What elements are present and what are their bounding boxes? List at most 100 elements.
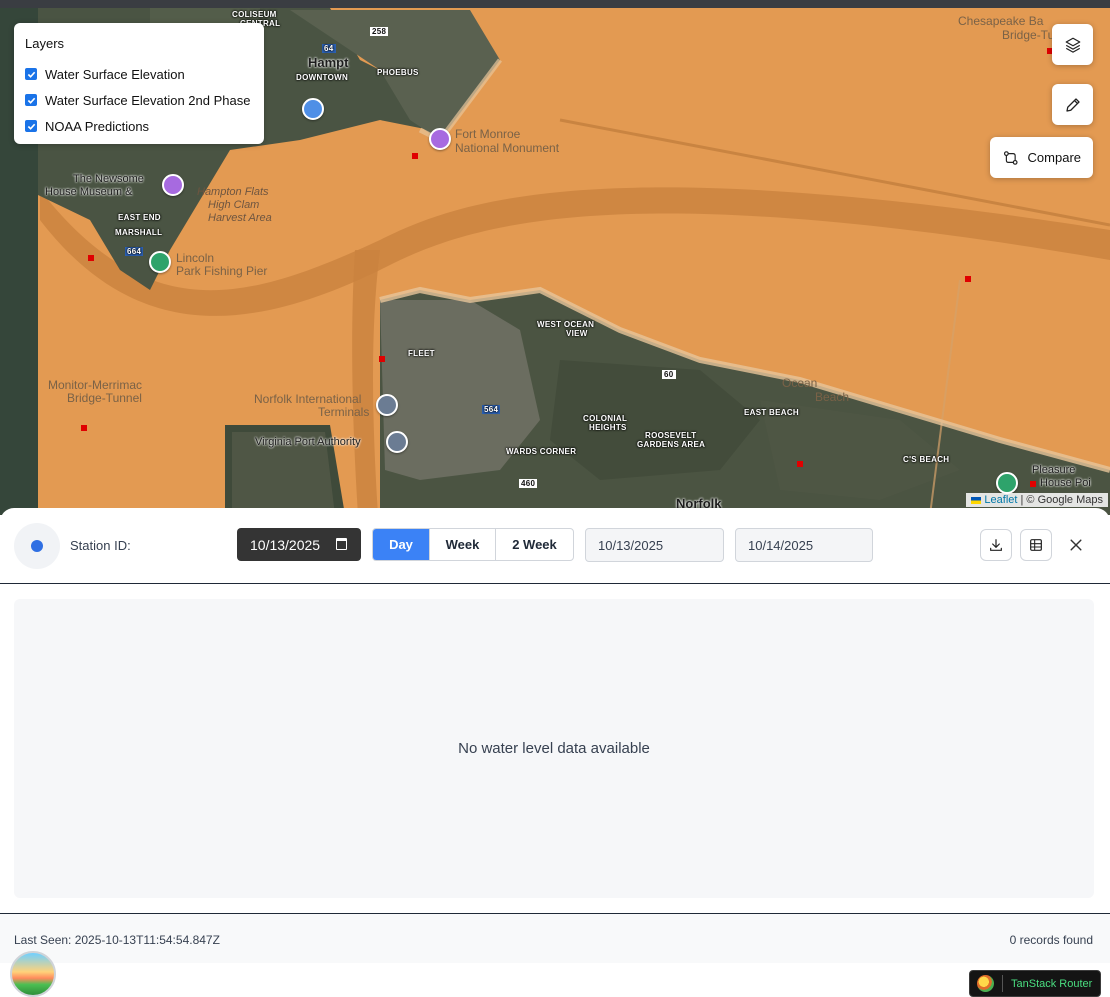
checkbox-checked-icon[interactable] xyxy=(25,120,37,132)
highway-shield-60: 60 xyxy=(662,370,676,379)
highway-shield-258: 258 xyxy=(370,27,389,36)
date-value: 10/13/2025 xyxy=(250,536,321,553)
map-label-norfolk-intl: Norfolk International xyxy=(254,392,362,406)
layer-item-noaa-predictions[interactable]: NOAA Predictions xyxy=(25,113,253,139)
range-week-button[interactable]: Week xyxy=(429,529,495,560)
station-avatar xyxy=(14,523,60,569)
map-label-lincoln: Lincoln xyxy=(176,251,215,265)
map-label-high-clam: High Clam xyxy=(208,199,260,211)
pencil-icon xyxy=(1065,97,1080,112)
table-view-button[interactable] xyxy=(1020,529,1052,561)
download-button[interactable] xyxy=(980,529,1012,561)
tanstack-logo-icon xyxy=(977,975,994,992)
park-poi-icon[interactable] xyxy=(149,251,171,273)
layers-icon xyxy=(1065,37,1080,53)
compare-icon xyxy=(1003,150,1018,165)
layer-label: Water Surface Elevation 2nd Phase xyxy=(45,92,251,108)
records-count: 0 records found xyxy=(1009,933,1093,947)
devtools-toggle-button[interactable] xyxy=(10,951,56,997)
draw-button[interactable] xyxy=(1052,84,1093,125)
date-picker-input[interactable]: 10/13/2025 xyxy=(237,528,361,561)
panel-toolbar: Station ID: 10/13/2025 Day Week 2 Week 1… xyxy=(0,508,1110,584)
attribution-text: | © Google Maps xyxy=(1020,494,1104,506)
window-top-bar xyxy=(0,0,1110,8)
layer-item-water-surface-elevation[interactable]: Water Surface Elevation xyxy=(25,61,253,87)
map-label-colonial: COLONIAL xyxy=(583,414,628,423)
museum-poi-icon[interactable] xyxy=(162,174,184,196)
terminal-poi-icon[interactable] xyxy=(376,394,398,416)
station-marker[interactable] xyxy=(81,425,87,431)
map-view[interactable]: Hampt DOWNTOWN PHOEBUS COLISEUM CENTRAL … xyxy=(0,0,1110,515)
map-label-national-monument: National Monument xyxy=(455,141,560,155)
map-label-downtown: DOWNTOWN xyxy=(296,73,349,82)
download-icon xyxy=(990,539,1002,551)
map-label-coliseum: COLISEUM xyxy=(232,10,277,19)
leaflet-link[interactable]: Leaflet xyxy=(984,494,1017,506)
range-segmented-control: Day Week 2 Week xyxy=(372,528,574,561)
range-day-button[interactable]: Day xyxy=(373,529,429,560)
station-marker[interactable] xyxy=(379,356,385,362)
checkbox-checked-icon[interactable] xyxy=(25,94,37,106)
map-label-pleasure: Pleasure xyxy=(1032,464,1076,476)
layer-item-water-surface-elevation-2nd-phase[interactable]: Water Surface Elevation 2nd Phase xyxy=(25,87,253,113)
range-2-week-button[interactable]: 2 Week xyxy=(495,529,573,560)
monument-poi-icon[interactable] xyxy=(429,128,451,150)
station-marker[interactable] xyxy=(797,461,803,467)
station-marker[interactable] xyxy=(412,153,418,159)
map-label-east-beach: EAST BEACH xyxy=(744,408,800,417)
station-detail-panel: Station ID: 10/13/2025 Day Week 2 Week 1… xyxy=(0,508,1110,997)
highway-shield-64: 64 xyxy=(322,44,336,53)
airport-poi-icon[interactable] xyxy=(302,98,324,120)
calendar-icon[interactable] xyxy=(336,538,347,550)
station-marker[interactable] xyxy=(1030,481,1036,487)
port-poi-icon[interactable] xyxy=(386,431,408,453)
highway-shield-564: 564 xyxy=(482,405,501,414)
compare-label: Compare xyxy=(1027,150,1081,165)
map-label-fort-monroe: Fort Monroe xyxy=(455,127,521,141)
close-panel-button[interactable] xyxy=(1066,535,1086,555)
map-label-east-end: EAST END xyxy=(118,213,161,222)
map-label-ocean: Ocean xyxy=(782,376,818,390)
map-label-harvest-area: Harvest Area xyxy=(208,212,272,224)
layers-toggle-button[interactable] xyxy=(1052,24,1093,65)
compare-button[interactable]: Compare xyxy=(990,137,1093,178)
start-date-field[interactable]: 10/13/2025 xyxy=(585,528,724,562)
close-icon xyxy=(1070,539,1082,551)
layers-panel: Layers Water Surface Elevation Water Sur… xyxy=(14,23,264,144)
table-icon xyxy=(1030,539,1042,551)
map-label-park-fishing-pier: Park Fishing Pier xyxy=(176,264,268,278)
end-date-field[interactable]: 10/14/2025 xyxy=(735,528,873,562)
map-label-cs-beach: C'S BEACH xyxy=(903,455,950,464)
layer-label: Water Surface Elevation xyxy=(45,66,185,82)
map-label-view: VIEW xyxy=(566,329,588,338)
map-label-gardens-area: GARDENS AREA xyxy=(637,440,706,449)
map-label-newsome: The Newsome xyxy=(73,173,144,185)
last-seen-text: Last Seen: 2025-10-13T11:54:54.847Z xyxy=(14,933,220,947)
map-label-monitor: Monitor-Merrimac xyxy=(48,378,143,392)
map-label-hampton-flats: Hampton Flats xyxy=(197,186,269,198)
map-label-hampton: Hampt xyxy=(308,55,349,70)
map-label-heights: HEIGHTS xyxy=(589,423,627,432)
station-status-dot xyxy=(31,540,43,552)
map-label-bridge-tunnel: Bridge-Tunnel xyxy=(67,391,142,405)
map-label-wards-corner: WARDS CORNER xyxy=(506,447,577,456)
station-marker[interactable] xyxy=(88,255,94,261)
map-label-house-museum: House Museum & xyxy=(45,186,133,198)
beach-poi-icon[interactable] xyxy=(996,472,1018,494)
map-label-chesapeake: Chesapeake Ba xyxy=(958,14,1044,28)
station-marker[interactable] xyxy=(965,276,971,282)
tanstack-router-label: TanStack Router xyxy=(1011,977,1093,990)
panel-footer: Last Seen: 2025-10-13T11:54:54.847Z 0 re… xyxy=(0,913,1110,963)
map-label-virginia-port: Virginia Port Authority xyxy=(255,436,361,448)
map-label-house-point: House Poi xyxy=(1040,477,1091,489)
map-label-roosevelt: ROOSEVELT xyxy=(645,431,697,440)
checkbox-checked-icon[interactable] xyxy=(25,68,37,80)
map-attribution: Leaflet | © Google Maps xyxy=(966,493,1108,507)
ukraine-flag-icon xyxy=(971,496,982,504)
map-label-phoebus: PHOEBUS xyxy=(377,68,419,77)
tanstack-router-devtools-button[interactable]: TanStack Router xyxy=(969,970,1101,997)
map-label-marshall: MARSHALL xyxy=(115,228,163,237)
map-label-beach: Beach xyxy=(815,390,850,404)
map-label-terminals: Terminals xyxy=(318,405,370,419)
highway-shield-664: 664 xyxy=(125,247,144,256)
